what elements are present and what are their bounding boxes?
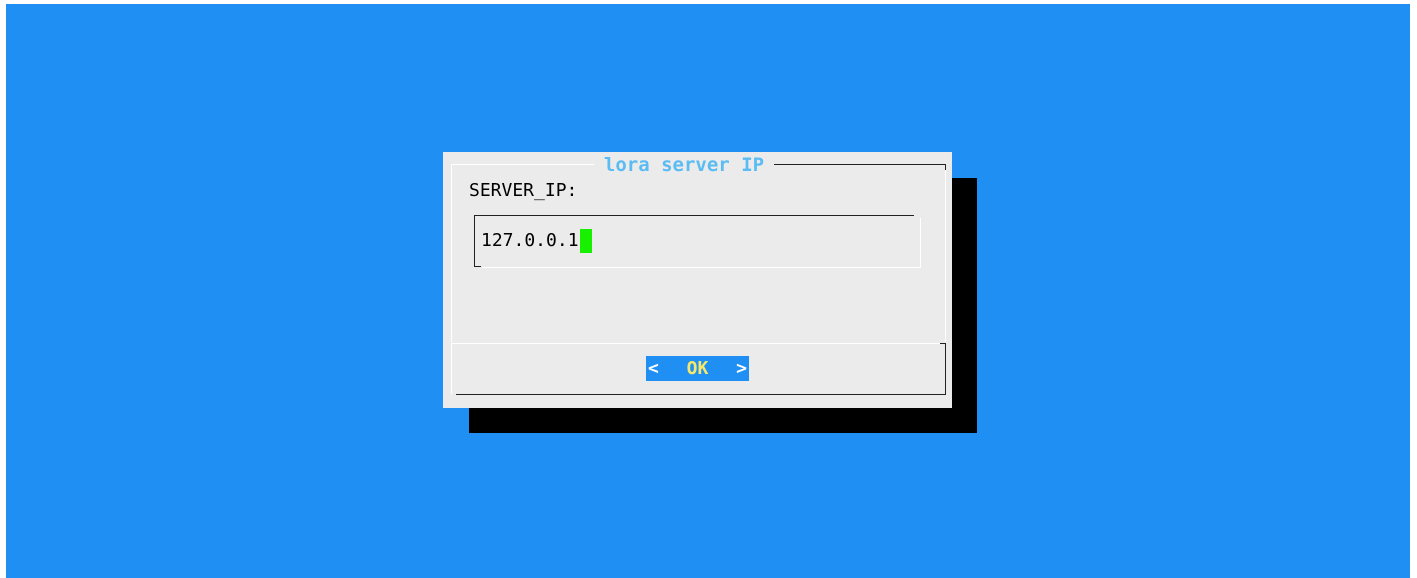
dialog-frame — [456, 394, 946, 395]
dialog-frame — [774, 164, 946, 165]
input-border — [482, 267, 921, 268]
dialog-frame — [945, 170, 946, 342]
button-separator — [451, 343, 940, 344]
ok-label: OK — [686, 358, 709, 379]
input-border — [474, 266, 481, 267]
input-border — [474, 215, 475, 267]
input-border — [920, 218, 921, 267]
server-ip-value: 127.0.0.1 — [481, 230, 579, 251]
dialog-frame — [451, 344, 452, 394]
dialog-frame — [451, 164, 452, 342]
text-cursor — [579, 229, 592, 253]
ok-right-bracket: > — [736, 358, 747, 379]
dialog-frame — [945, 344, 946, 395]
input-border — [474, 215, 914, 216]
dialog-title: lora server IP — [603, 154, 765, 176]
server-ip-input[interactable]: 127.0.0.1 — [481, 228, 592, 254]
ok-left-bracket: < — [648, 358, 659, 379]
ok-button[interactable]: < OK > — [646, 356, 749, 381]
server-ip-label: SERVER_IP: — [469, 180, 578, 201]
dialog-frame — [451, 164, 594, 165]
